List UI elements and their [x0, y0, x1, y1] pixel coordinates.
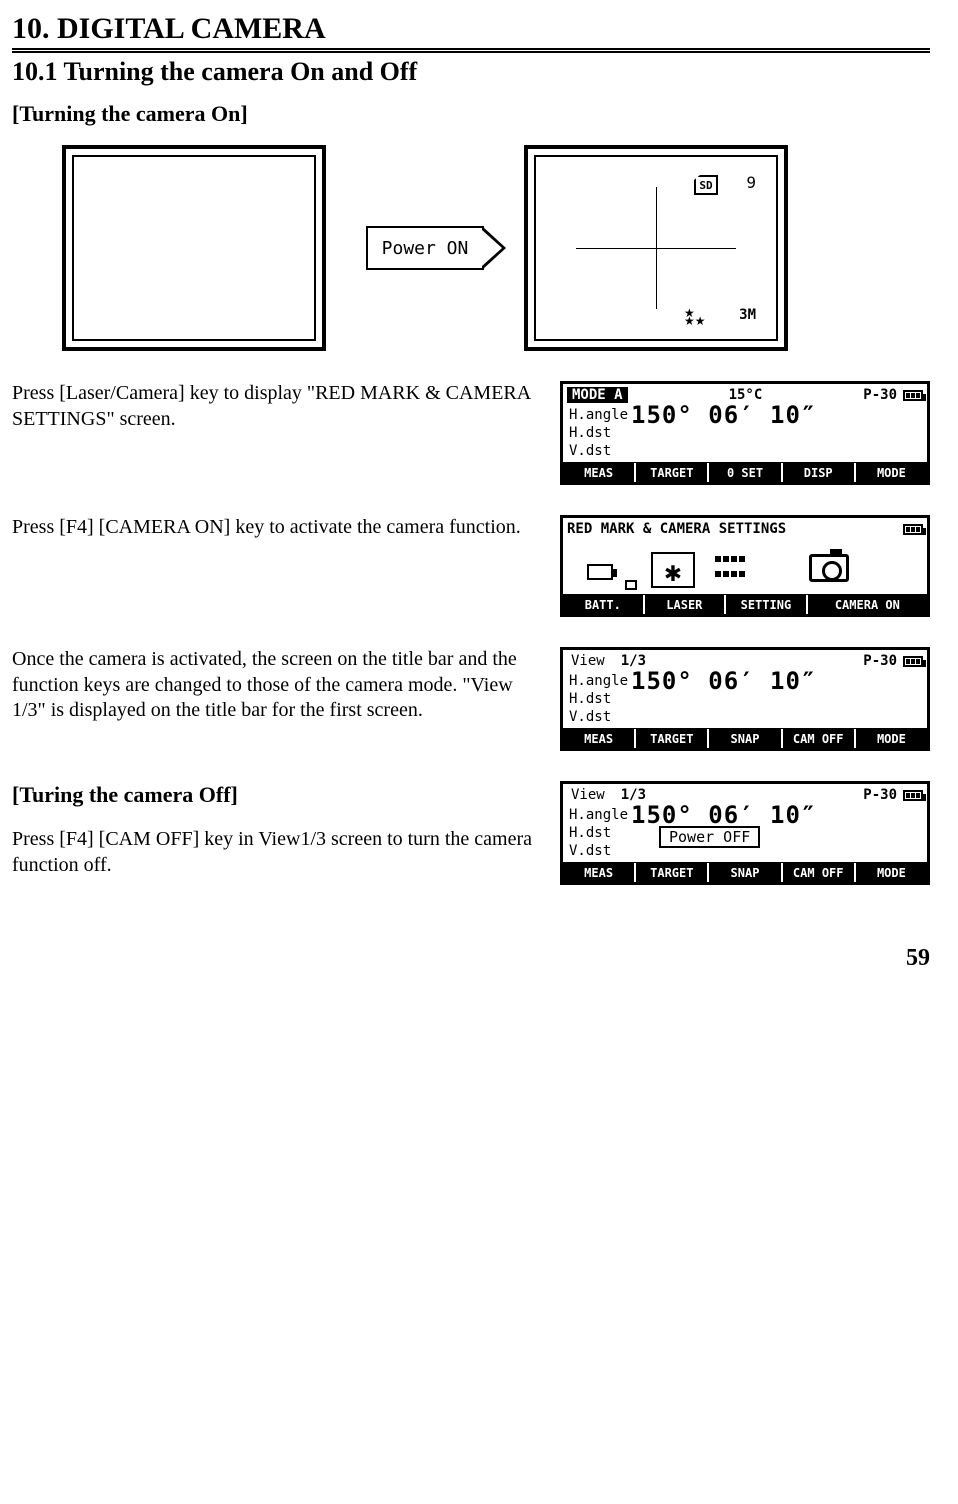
- chapter-rule: [12, 51, 930, 53]
- reading-hangle: 150° 06′ 10″: [631, 406, 816, 424]
- row-hangle-label: H.angle: [569, 406, 631, 424]
- shots-remaining: 9: [746, 173, 756, 192]
- title-mode-a: MODE A: [567, 387, 628, 403]
- tab-disp[interactable]: DISP: [783, 463, 856, 482]
- title-prism: P-30: [863, 653, 897, 669]
- tab-meas[interactable]: MEAS: [563, 463, 636, 482]
- reading-hangle: 150° 06′ 10″: [631, 672, 816, 690]
- figure-power-on-transition: Power ON SD 9 ★★★ 3M: [62, 145, 930, 351]
- step4-text: Press [F4] [CAM OFF] key in View1/3 scre…: [12, 827, 542, 878]
- battery-icon: [903, 790, 923, 801]
- tabs-row: MEAS TARGET SNAP CAM OFF MODE: [563, 862, 927, 882]
- lcd-off-frame: [62, 145, 326, 351]
- camera-icon: [809, 552, 853, 588]
- row-hdst-label: H.dst: [569, 424, 631, 442]
- tabs-row: MEAS TARGET SNAP CAM OFF MODE: [563, 728, 927, 748]
- quality-stars-icon: ★★★: [684, 309, 706, 325]
- tab-meas[interactable]: MEAS: [563, 863, 636, 882]
- tab-target[interactable]: TARGET: [636, 729, 709, 748]
- tab-cam-off[interactable]: CAM OFF: [783, 729, 856, 748]
- tab-mode[interactable]: MODE: [856, 463, 927, 482]
- row-hangle-label: H.angle: [569, 806, 631, 824]
- battery-icon: [903, 656, 923, 667]
- title-prism: P-30: [863, 787, 897, 803]
- lcd-mode-a: MODE A 15°C P-30 H.angle 150° 06′ 10″ H.…: [560, 381, 930, 485]
- tab-meas[interactable]: MEAS: [563, 729, 636, 748]
- row-vdst-label: V.dst: [569, 842, 631, 860]
- tab-mode[interactable]: MODE: [856, 729, 927, 748]
- step2-text: Press [F4] [CAMERA ON] key to activate t…: [12, 515, 542, 541]
- chapter-title: 10. DIGITAL CAMERA: [12, 12, 930, 50]
- resolution-badge: 3M: [739, 307, 756, 323]
- row-hdst-label: H.dst: [569, 690, 631, 708]
- tab-0set[interactable]: 0 SET: [709, 463, 782, 482]
- laser-icon: ✱: [651, 552, 695, 588]
- sd-icon: SD: [694, 175, 718, 195]
- setting-icon: [715, 552, 759, 588]
- tab-camera-on[interactable]: CAMERA ON: [808, 595, 927, 614]
- row-hdst-label: H.dst: [569, 824, 631, 842]
- tab-laser[interactable]: LASER: [645, 595, 727, 614]
- step1-text: Press [Laser/Camera] key to display "RED…: [12, 381, 542, 432]
- tab-snap[interactable]: SNAP: [709, 863, 782, 882]
- title-view: View: [567, 787, 605, 803]
- tab-cam-off[interactable]: CAM OFF: [783, 863, 856, 882]
- battery-icon: [903, 390, 923, 401]
- battery-status-icon: [587, 552, 631, 588]
- tabs-row: BATT. LASER SETTING CAMERA ON: [563, 594, 927, 614]
- step3-text: Once the camera is activated, the screen…: [12, 647, 542, 724]
- battery-icon: [903, 524, 923, 535]
- lcd-power-off: View 1/3 P-30 H.angle 150° 06′ 10″ H.dst…: [560, 781, 930, 885]
- tabs-row: MEAS TARGET 0 SET DISP MODE: [563, 462, 927, 482]
- tab-batt[interactable]: BATT.: [563, 595, 645, 614]
- row-vdst-label: V.dst: [569, 708, 631, 726]
- tab-mode[interactable]: MODE: [856, 863, 927, 882]
- subhead-turn-off: [Turing the camera Off]: [12, 781, 542, 809]
- tab-snap[interactable]: SNAP: [709, 729, 782, 748]
- settings-title: RED MARK & CAMERA SETTINGS: [567, 521, 786, 537]
- title-view: View: [567, 653, 605, 669]
- lcd-on-frame: SD 9 ★★★ 3M: [524, 145, 788, 351]
- title-prism: P-30: [863, 387, 897, 403]
- reading-hangle: 150° 06′ 10″: [631, 806, 816, 824]
- lcd-settings: RED MARK & CAMERA SETTINGS ✱ BATT. LASER…: [560, 515, 930, 617]
- subhead-turn-on: [Turning the camera On]: [12, 101, 930, 127]
- lcd-view-1-3: View 1/3 P-30 H.angle 150° 06′ 10″ H.dst…: [560, 647, 930, 751]
- page-number: 59: [12, 945, 930, 972]
- power-off-overlay: Power OFF: [659, 826, 760, 848]
- tab-target[interactable]: TARGET: [636, 463, 709, 482]
- row-vdst-label: V.dst: [569, 442, 631, 460]
- tab-target[interactable]: TARGET: [636, 863, 709, 882]
- section-title: 10.1 Turning the camera On and Off: [12, 57, 930, 87]
- row-hangle-label: H.angle: [569, 672, 631, 690]
- power-on-arrow: Power ON: [366, 226, 484, 270]
- tab-setting[interactable]: SETTING: [726, 595, 808, 614]
